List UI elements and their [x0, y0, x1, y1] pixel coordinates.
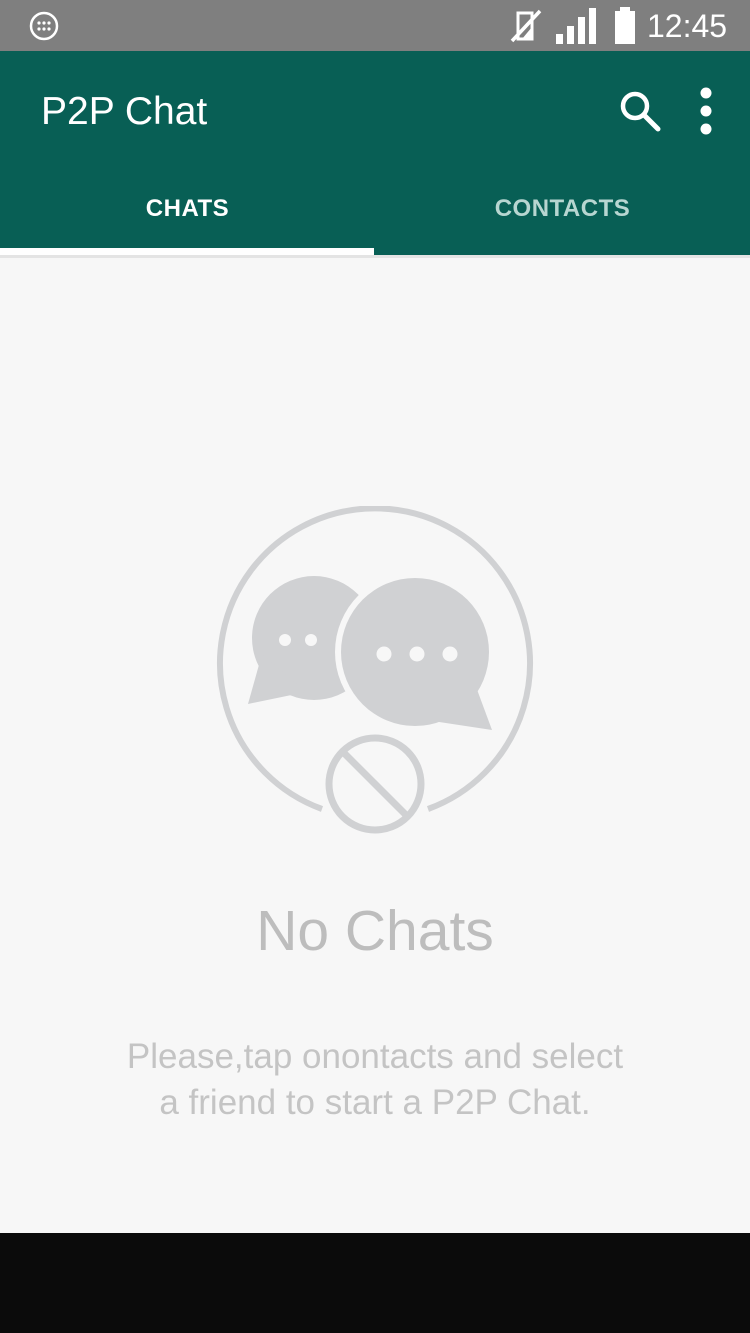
- empty-state-title: No Chats: [256, 899, 494, 963]
- status-bar: 12:45: [0, 0, 750, 51]
- mute-icon: [510, 9, 542, 43]
- chat-list-area: No Chats Please,tap onontacts and select…: [0, 255, 750, 1233]
- app-bar: P2P Chat CHATS CONTACTS: [0, 51, 750, 255]
- search-icon[interactable]: [616, 87, 664, 135]
- empty-state-message-line-2: a friend to start a P2P Chat.: [159, 1083, 591, 1122]
- empty-state-message: Please,tap onontacts and select a friend…: [0, 1034, 750, 1126]
- tab-contacts[interactable]: CONTACTS: [375, 155, 750, 255]
- tab-bar: CHATS CONTACTS: [0, 155, 750, 255]
- empty-state-message-line-1: Please,tap onontacts and select: [126, 1037, 624, 1076]
- signal-icon: [556, 8, 596, 44]
- no-chats-icon: [217, 506, 533, 834]
- tab-indicator: [0, 248, 374, 255]
- navigation-bar: [0, 1233, 750, 1333]
- notification-icon: [29, 11, 59, 41]
- battery-icon: [615, 7, 635, 44]
- status-time: 12:45: [647, 8, 728, 44]
- tab-chats-label: CHATS: [145, 195, 230, 222]
- tab-chats[interactable]: CHATS: [0, 155, 375, 255]
- more-options-icon[interactable]: [686, 85, 726, 137]
- app-title: P2P Chat: [41, 90, 208, 133]
- tab-contacts-label: CONTACTS: [494, 195, 631, 222]
